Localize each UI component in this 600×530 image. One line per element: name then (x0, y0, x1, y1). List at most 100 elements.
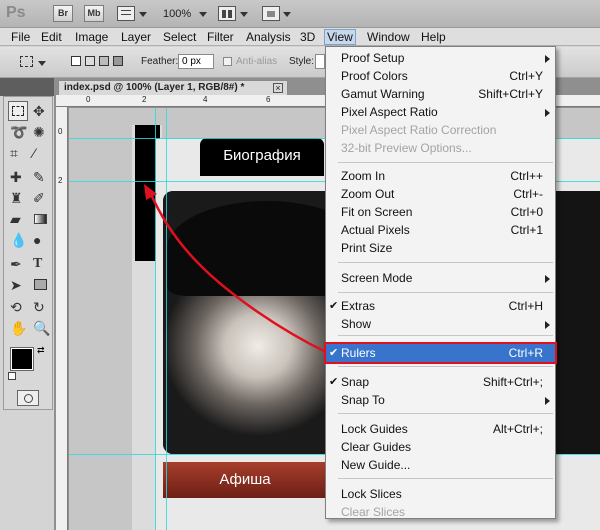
bridge-button[interactable]: Br (53, 5, 73, 22)
eraser-tool-icon[interactable]: ▰ (8, 209, 28, 229)
vertical-ruler[interactable]: 0 2 (56, 107, 68, 530)
arrange-documents-icon[interactable] (218, 6, 236, 21)
view-menu-item-snap-to[interactable]: Snap To (326, 391, 555, 409)
chevron-down-icon[interactable] (283, 12, 291, 17)
healing-brush-tool-icon[interactable]: ✚ (8, 167, 28, 187)
path-selection-tool-icon[interactable]: ➤ (8, 275, 28, 295)
mini-bridge-button[interactable]: Mb (84, 5, 104, 22)
view-menu-item-show[interactable]: Show (326, 315, 555, 333)
checkmark-icon: ✔ (329, 376, 339, 388)
menu-file[interactable]: File (9, 29, 32, 45)
menu-separator (338, 413, 553, 414)
view-extras-icon[interactable] (117, 6, 135, 21)
view-menu-item-rulers[interactable]: ✔ Rulers Ctrl+R (324, 342, 557, 364)
eyedropper-tool-icon[interactable]: ⁄ (31, 143, 51, 163)
history-brush-tool-icon[interactable]: ✐ (31, 188, 51, 208)
chevron-down-icon[interactable] (38, 61, 46, 66)
view-menu-item-snap[interactable]: ✔ Snap Shift+Ctrl+; (326, 373, 555, 391)
style-select[interactable] (315, 54, 325, 69)
chevron-down-icon[interactable] (199, 12, 207, 17)
antialias-label: Anti-alias (236, 56, 278, 67)
submenu-arrow-icon (545, 397, 550, 405)
marquee-tool-icon[interactable] (20, 56, 33, 67)
view-menu-item-new-guide[interactable]: New Guide... (326, 456, 555, 474)
view-menu-dropdown: Proof Setup Proof Colors Ctrl+Y Gamut Warni… (324, 46, 557, 519)
menu-view[interactable]: View (324, 29, 356, 45)
lasso-tool-icon[interactable]: ➰ (8, 122, 28, 142)
view-menu-item-actual-pixels[interactable]: Actual Pixels Ctrl+1 (326, 221, 555, 239)
submenu-arrow-icon (545, 55, 550, 63)
menu-select[interactable]: Select (161, 29, 198, 45)
intersect-selection-icon[interactable] (113, 56, 123, 66)
menu-image[interactable]: Image (73, 29, 110, 45)
view-menu-item-gamut-warning[interactable]: Gamut Warning Shift+Ctrl+Y (326, 85, 555, 103)
menu-item-label: Screen Mode (341, 271, 413, 285)
menu-analysis[interactable]: Analysis (244, 29, 293, 45)
menu-edit[interactable]: Edit (39, 29, 64, 45)
zoom-tool-icon[interactable]: 🔍 (31, 318, 51, 338)
view-menu-item-extras[interactable]: ✔ Extras Ctrl+H (326, 297, 555, 315)
view-menu-item-fit-on-screen[interactable]: Fit on Screen Ctrl+0 (326, 203, 555, 221)
guide-line[interactable] (166, 108, 167, 530)
guide-line[interactable] (155, 108, 156, 530)
brush-tool-icon[interactable]: ✎ (31, 167, 51, 187)
type-tool-icon[interactable]: T (31, 254, 51, 274)
menu-window[interactable]: Window (365, 29, 412, 45)
toolbox-header (0, 78, 56, 96)
gradient-tool-icon[interactable] (31, 209, 51, 229)
view-menu-item-screen-mode[interactable]: Screen Mode (326, 269, 555, 287)
menu-help[interactable]: Help (419, 29, 448, 45)
chevron-down-icon[interactable] (139, 12, 147, 17)
view-menu-item-proof-colors[interactable]: Proof Colors Ctrl+Y (326, 67, 555, 85)
add-selection-icon[interactable] (85, 56, 95, 66)
menu-item-label: Snap (341, 375, 370, 389)
zoom-level[interactable]: 100% (163, 8, 191, 20)
blur-tool-icon[interactable]: 💧 (8, 230, 28, 250)
subtract-selection-icon[interactable] (99, 56, 109, 66)
view-menu-item-clear-guides[interactable]: Clear Guides (326, 438, 555, 456)
document-title: index.psd @ 100% (Layer 1, RGB/8#) * (64, 82, 245, 93)
checkmark-icon: ✔ (329, 300, 339, 312)
view-menu-item-pixel-aspect-ratio[interactable]: Pixel Aspect Ratio (326, 103, 555, 121)
move-tool-icon[interactable]: ✥ (31, 101, 51, 121)
view-menu-item-lock-guides[interactable]: Lock Guides Alt+Ctrl+; (326, 420, 555, 438)
menu-filter[interactable]: Filter (205, 29, 236, 45)
default-colors-icon[interactable] (8, 372, 16, 380)
document-tab[interactable]: index.psd @ 100% (Layer 1, RGB/8#) * × (58, 80, 288, 95)
menu-item-shortcut: Ctrl++ (510, 169, 543, 183)
view-menu-item-proof-setup[interactable]: Proof Setup (326, 49, 555, 67)
ruler-mark: 4 (203, 95, 208, 104)
pen-tool-icon[interactable]: ✒ (8, 254, 28, 274)
antialias-checkbox[interactable] (223, 57, 232, 66)
menu-layer[interactable]: Layer (119, 29, 153, 45)
foreground-color-swatch[interactable] (10, 347, 34, 371)
shape-tool-icon[interactable] (31, 275, 51, 295)
menu-item-label: Print Size (341, 241, 393, 255)
quick-mask-icon[interactable] (17, 390, 39, 406)
3d-rotate-tool-icon[interactable]: ⟲ (8, 297, 28, 317)
close-icon[interactable]: × (273, 83, 283, 93)
ruler-mark: 0 (86, 95, 91, 104)
crop-tool-icon[interactable]: ⌗ (8, 143, 28, 163)
menu-3d[interactable]: 3D (298, 29, 317, 45)
view-menu-item-zoom-out[interactable]: Zoom Out Ctrl+- (326, 185, 555, 203)
stamp-tool-icon[interactable]: ♜ (8, 188, 28, 208)
feather-input[interactable]: 0 px (178, 54, 214, 69)
3d-orbit-tool-icon[interactable]: ↻ (31, 297, 51, 317)
view-menu-item-lock-slices[interactable]: Lock Slices (326, 485, 555, 503)
swap-colors-icon[interactable]: ⇄ (37, 345, 45, 356)
screen-mode-icon[interactable] (262, 6, 280, 21)
quick-selection-tool-icon[interactable]: ✺ (31, 122, 51, 142)
new-selection-icon[interactable] (71, 56, 81, 66)
view-menu-item-zoom-in[interactable]: Zoom In Ctrl++ (326, 167, 555, 185)
dodge-tool-icon[interactable]: ● (31, 230, 51, 250)
view-menu-item-print-size[interactable]: Print Size (326, 239, 555, 257)
hand-tool-icon[interactable]: ✋ (8, 318, 28, 338)
menu-item-label: Proof Colors (341, 69, 408, 83)
menu-item-label: 32-bit Preview Options... (341, 141, 472, 155)
rect-marquee-tool-icon[interactable] (8, 101, 28, 121)
menu-item-label: Lock Slices (341, 487, 402, 501)
menu-item-label: Clear Slices (341, 505, 406, 519)
chevron-down-icon[interactable] (240, 12, 248, 17)
photoshop-logo: Ps (6, 4, 26, 21)
